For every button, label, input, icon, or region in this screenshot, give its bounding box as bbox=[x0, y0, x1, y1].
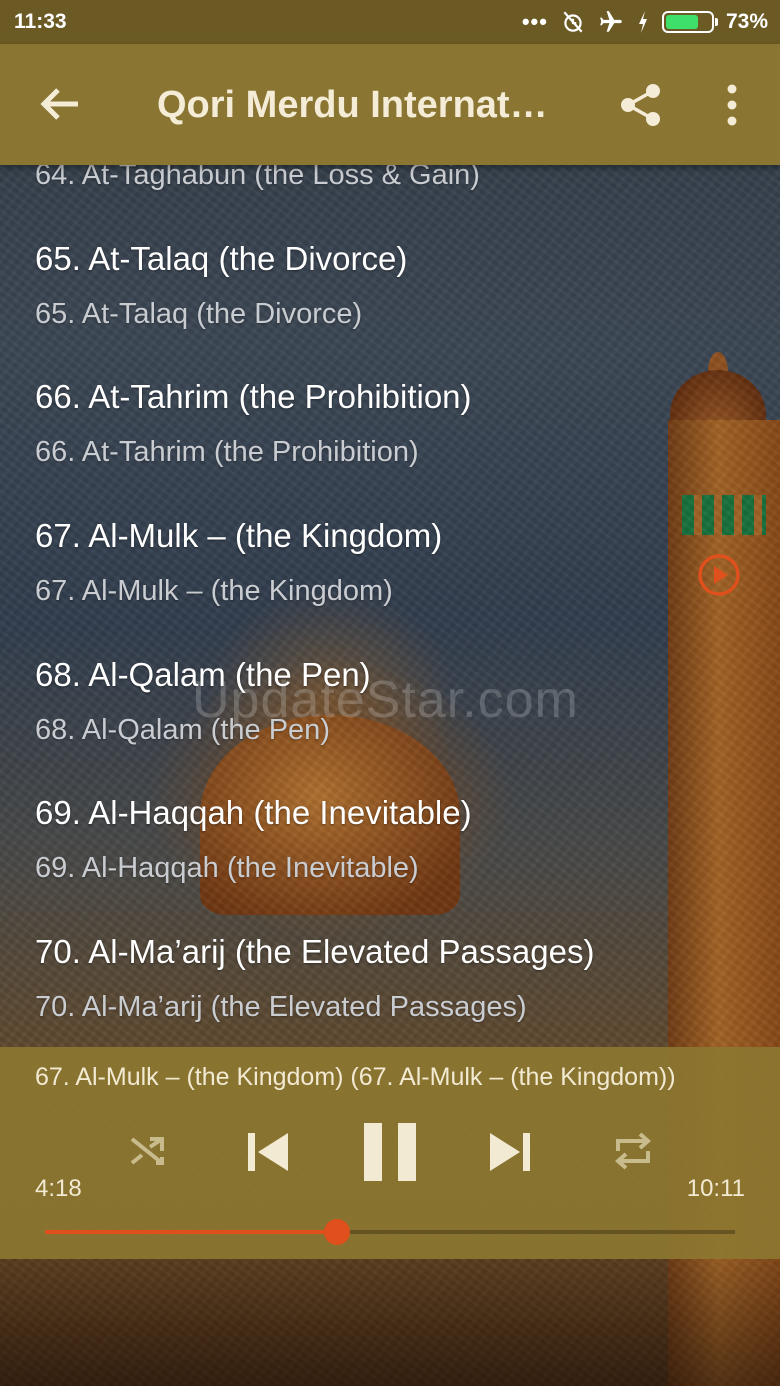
alarm-off-icon bbox=[563, 11, 583, 33]
list-item[interactable]: 67. Al-Mulk – (the Kingdom) 67. Al-Mulk –… bbox=[0, 499, 780, 638]
status-bar: 11:33 ••• 73% bbox=[0, 0, 780, 44]
battery-icon bbox=[661, 11, 718, 33]
track-subtitle: 66. At-Tahrim (the Prohibition) bbox=[35, 436, 419, 469]
play-circle-icon[interactable] bbox=[697, 553, 741, 597]
seek-progress bbox=[45, 1230, 337, 1234]
track-list[interactable]: 64. At-Taghabun (the Loss & Gain)64. At-… bbox=[0, 165, 780, 1047]
track-title: 65. At-Talaq (the Divorce) bbox=[35, 239, 408, 277]
track-title: 67. Al-Mulk – (the Kingdom) bbox=[35, 517, 443, 555]
battery-fill bbox=[665, 15, 699, 29]
seek-bar[interactable] bbox=[45, 1219, 735, 1245]
more-dots-icon: ••• bbox=[521, 9, 548, 34]
charging-icon bbox=[638, 11, 647, 33]
arrow-left-icon[interactable] bbox=[38, 84, 82, 124]
status-time: 11:33 bbox=[14, 10, 67, 33]
watermark: UpdateStar.com bbox=[192, 671, 579, 729]
shuffle-icon[interactable] bbox=[128, 1133, 168, 1169]
track-subtitle: 69. Al-Haqqah (the Inevitable) bbox=[35, 852, 419, 885]
skip-next-icon[interactable] bbox=[488, 1131, 532, 1173]
skip-previous-icon[interactable] bbox=[246, 1131, 290, 1173]
list-item[interactable]: 69. Al-Haqqah (the Inevitable) 69. Al-Haq… bbox=[0, 776, 780, 915]
seek-thumb[interactable] bbox=[323, 1219, 350, 1245]
more-vert-icon[interactable] bbox=[722, 82, 742, 128]
track-subtitle: 64. At-Taghabun (the Loss & Gain) bbox=[35, 165, 480, 191]
track-title: 66. At-Tahrim (the Prohibition) bbox=[35, 378, 472, 416]
repeat-icon[interactable] bbox=[612, 1131, 654, 1171]
track-title: 70. Al-Ma’arij (the Elevated Passages) bbox=[35, 933, 595, 971]
page-title: Qori Merdu Internat… bbox=[157, 84, 548, 126]
status-icons: ••• 73% bbox=[522, 9, 768, 35]
track-subtitle: 65. At-Talaq (the Divorce) bbox=[35, 297, 363, 330]
track-subtitle: 67. Al-Mulk – (the Kingdom) bbox=[35, 575, 393, 608]
elapsed-time: 4:18 bbox=[35, 1175, 82, 1202]
airplane-icon bbox=[600, 11, 622, 32]
track-list-content: 64. At-Taghabun (the Loss & Gain)64. At-… bbox=[0, 165, 780, 1047]
pause-icon[interactable] bbox=[362, 1121, 418, 1183]
player-panel: 67. Al-Mulk – (the Kingdom) (67. Al-Mulk… bbox=[0, 1047, 780, 1259]
now-playing-title: 67. Al-Mulk – (the Kingdom) (67. Al-Mulk… bbox=[35, 1063, 676, 1091]
list-item[interactable]: 70. Al-Ma’arij (the Elevated Passages) 70… bbox=[0, 915, 780, 1047]
share-icon[interactable] bbox=[618, 82, 664, 128]
track-subtitle: 70. Al-Ma’arij (the Elevated Passages) bbox=[35, 991, 527, 1024]
background-bottom bbox=[0, 1259, 780, 1386]
track-title: 69. Al-Haqqah (the Inevitable) bbox=[35, 794, 472, 832]
app-bar: Qori Merdu Internat… bbox=[0, 44, 780, 165]
battery-percent: 73% bbox=[725, 10, 768, 33]
list-item[interactable]: 66. At-Tahrim (the Prohibition) 66. At-Ta… bbox=[0, 360, 780, 499]
list-item[interactable]: 64. At-Taghabun (the Loss & Gain)64. At-… bbox=[0, 165, 780, 222]
list-item[interactable]: 65. At-Talaq (the Divorce) 65. At-Talaq (… bbox=[0, 222, 780, 361]
total-time: 10:11 bbox=[686, 1175, 745, 1202]
